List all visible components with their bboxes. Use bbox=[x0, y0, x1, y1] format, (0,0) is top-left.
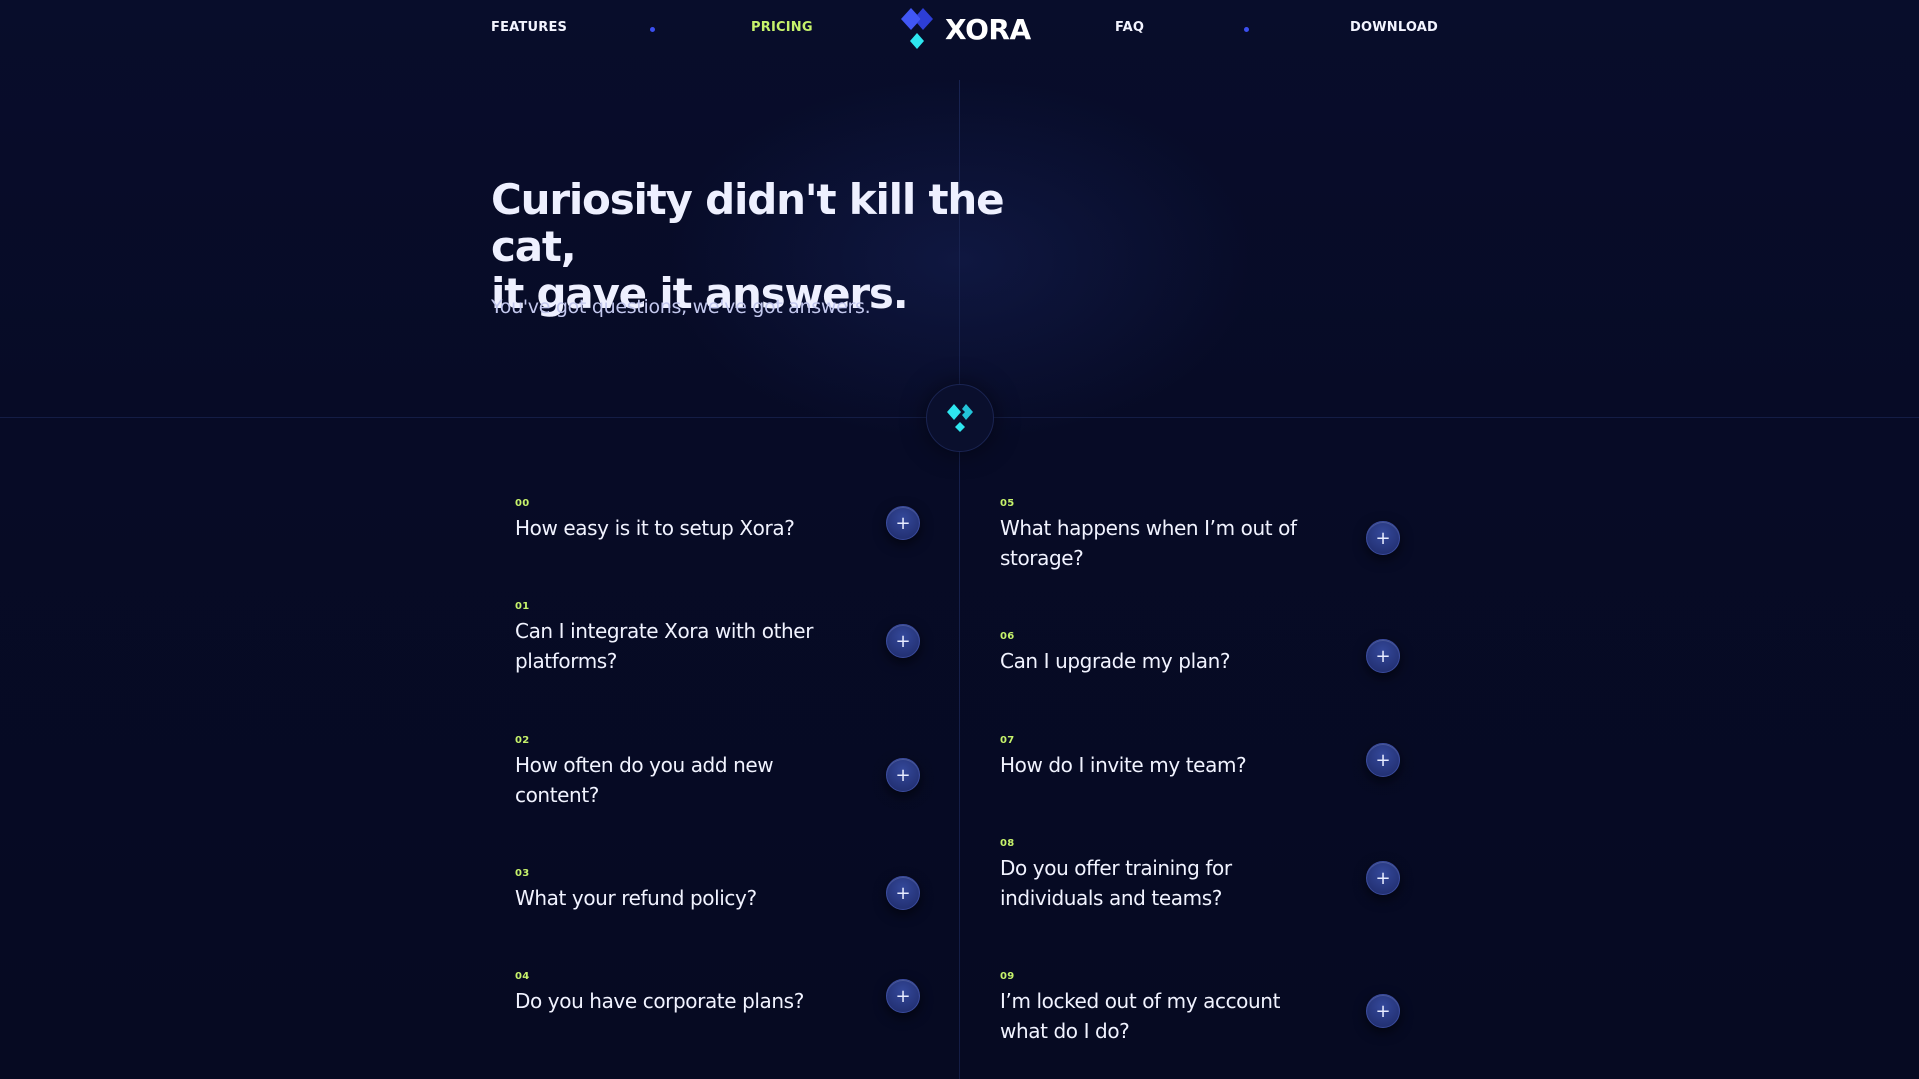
xora-diamond-badge-icon bbox=[947, 404, 973, 432]
nav-dot-icon bbox=[1244, 27, 1249, 32]
plus-icon[interactable]: + bbox=[1366, 743, 1400, 777]
hero-title-line-1: Curiosity didn't kill the cat, bbox=[491, 175, 1005, 271]
faq-question: Do you offer training for individuals an… bbox=[1000, 856, 1232, 910]
plus-icon[interactable]: + bbox=[886, 876, 920, 910]
faq-item[interactable]: 09 I’m locked out of my account what do … bbox=[1000, 969, 1440, 1065]
faq-question: What happens when I’m out of storage? bbox=[1000, 516, 1297, 570]
faq-number: 06 bbox=[1000, 631, 1015, 642]
faq-number: 09 bbox=[1000, 971, 1015, 982]
faq-number: 07 bbox=[1000, 735, 1015, 746]
faq-number: 01 bbox=[515, 601, 530, 612]
faq-number: 03 bbox=[515, 868, 530, 879]
plus-icon[interactable]: + bbox=[1366, 861, 1400, 895]
xora-logo[interactable]: XORA bbox=[893, 5, 1031, 53]
plus-icon[interactable]: + bbox=[886, 979, 920, 1013]
nav-link-features[interactable]: FEATURES bbox=[491, 20, 567, 35]
plus-icon[interactable]: + bbox=[1366, 521, 1400, 555]
faq-number: 05 bbox=[1000, 498, 1015, 509]
faq-number: 04 bbox=[515, 971, 530, 982]
faq-item[interactable]: 06 Can I upgrade my plan? + bbox=[1000, 629, 1440, 725]
faq-item[interactable]: 00 How easy is it to setup Xora? + bbox=[515, 496, 955, 592]
plus-icon[interactable]: + bbox=[1366, 639, 1400, 673]
nav-dot-icon bbox=[650, 27, 655, 32]
faq-item[interactable]: 02 How often do you add new content? + bbox=[515, 733, 955, 829]
faq-question: How do I invite my team? bbox=[1000, 753, 1247, 777]
nav-link-download[interactable]: DOWNLOAD bbox=[1350, 20, 1438, 35]
faq-number: 02 bbox=[515, 735, 530, 746]
faq-item[interactable]: 03 What your refund policy? + bbox=[515, 866, 955, 962]
faq-number: 00 bbox=[515, 498, 530, 509]
center-logo-badge bbox=[926, 384, 994, 452]
faq-question: Can I integrate Xora with other platform… bbox=[515, 619, 814, 673]
faq-item[interactable]: 05 What happens when I’m out of storage?… bbox=[1000, 496, 1440, 592]
faq-question: How easy is it to setup Xora? bbox=[515, 516, 795, 540]
faq-item[interactable]: 08 Do you offer training for individuals… bbox=[1000, 836, 1440, 932]
faq-question: Can I upgrade my plan? bbox=[1000, 649, 1231, 673]
faq-number: 08 bbox=[1000, 838, 1015, 849]
faq-question: How often do you add new content? bbox=[515, 753, 774, 807]
faq-item[interactable]: 01 Can I integrate Xora with other platf… bbox=[515, 599, 955, 695]
faq-question: I’m locked out of my account what do I d… bbox=[1000, 989, 1281, 1043]
faq-question: Do you have corporate plans? bbox=[515, 989, 804, 1013]
logo-text: XORA bbox=[945, 12, 1031, 46]
plus-icon[interactable]: + bbox=[886, 624, 920, 658]
plus-icon[interactable]: + bbox=[1366, 994, 1400, 1028]
faq-item[interactable]: 07 How do I invite my team? + bbox=[1000, 733, 1440, 829]
nav-link-faq[interactable]: FAQ bbox=[1115, 20, 1144, 35]
xora-diamond-logo-icon bbox=[901, 8, 933, 49]
hero-subtitle: You've got questions, we've got answers. bbox=[491, 296, 871, 318]
nav-link-pricing[interactable]: PRICING bbox=[751, 20, 813, 35]
faq-item[interactable]: 04 Do you have corporate plans? + bbox=[515, 969, 955, 1065]
faq-question: What your refund policy? bbox=[515, 886, 757, 910]
plus-icon[interactable]: + bbox=[886, 506, 920, 540]
plus-icon[interactable]: + bbox=[886, 758, 920, 792]
